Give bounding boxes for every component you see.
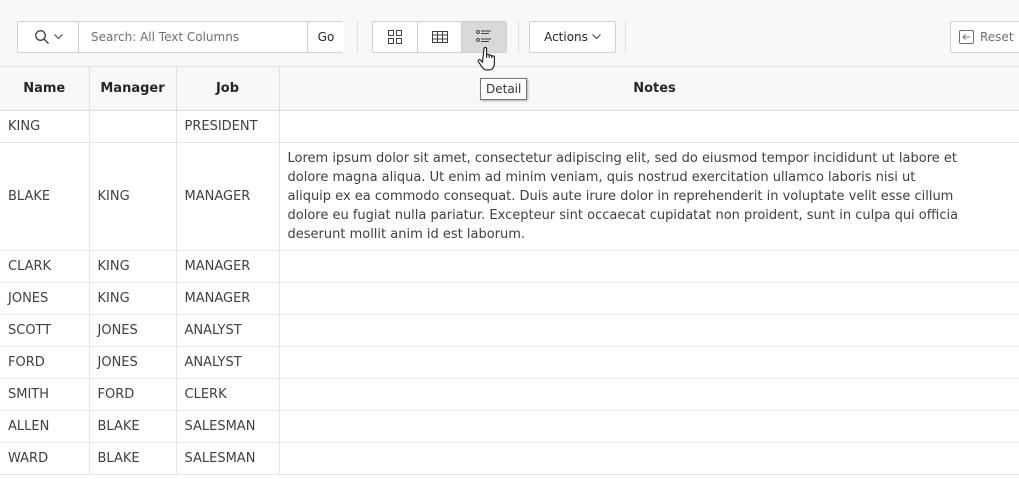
notes-line: aliquip ex ea commodo consequat. Duis au… [287,189,954,204]
cell-job: MANAGER [176,142,280,251]
cell-notes [279,346,1019,379]
cell-manager: JONES [89,314,177,347]
table-row: BLAKE KING MANAGER Lorem ipsum dolor sit… [0,142,1019,251]
table-row: WARD BLAKE SALESMAN [0,442,1019,475]
notes-line: Lorem ipsum dolor sit amet, consectetur … [287,151,957,166]
table-row: FORD JONES ANALYST [0,346,1019,379]
cell-notes [279,110,1019,143]
detail-tooltip: Detail [480,78,528,100]
cell-job: SALESMAN [176,410,280,443]
cell-manager: KING [89,250,177,283]
cell-notes [279,442,1019,475]
table-row: SCOTT JONES ANALYST [0,314,1019,347]
chevron-down-icon [592,34,601,40]
actions-menu-button[interactable]: Actions [529,21,616,53]
icon-view-button[interactable] [373,22,418,52]
cell-job: ANALYST [176,314,280,347]
table-row: KING PRESIDENT [0,110,1019,143]
cell-name: ALLEN [0,410,90,443]
toolbar-divider [625,21,626,53]
cell-notes: Lorem ipsum dolor sit amet, consectetur … [279,142,1019,251]
table-icon [431,31,448,43]
cell-job: SALESMAN [176,442,280,475]
table-row: JONES KING MANAGER [0,282,1019,315]
column-header-manager[interactable]: Manager [89,67,177,111]
cell-job: PRESIDENT [176,110,280,143]
cell-manager: BLAKE [89,410,177,443]
search-icon [34,29,50,45]
cell-job: MANAGER [176,250,280,283]
cell-notes [279,282,1019,315]
cell-notes [279,378,1019,411]
column-header-notes[interactable]: Notes [279,67,1019,111]
cell-manager [89,110,177,143]
cell-job: CLERK [176,378,280,411]
cell-job: MANAGER [176,282,280,315]
cell-name: JONES [0,282,90,315]
hand-pointer-cursor-icon [477,46,501,74]
table-row: ALLEN BLAKE SALESMAN [0,410,1019,443]
reset-label: Reset [980,30,1014,44]
column-header-name[interactable]: Name [0,67,90,111]
cell-name: KING [0,110,90,143]
toolbar-divider [357,21,358,53]
cell-job: ANALYST [176,346,280,379]
cell-name: SMITH [0,378,90,411]
table-row: SMITH FORD CLERK [0,378,1019,411]
detail-list-icon [476,29,492,45]
search-bar: Go [17,21,344,53]
cell-manager: KING [89,142,177,251]
notes-line: deserunt mollit anim id est laborum. [287,227,526,242]
cell-name: SCOTT [0,314,90,347]
search-input[interactable] [79,22,305,52]
cell-name: BLAKE [0,142,90,251]
cell-manager: BLAKE [89,442,177,475]
reset-button[interactable]: Reset [950,21,1019,53]
cell-name: CLARK [0,250,90,283]
chevron-down-icon [53,34,63,40]
cell-notes [279,314,1019,347]
actions-label: Actions [544,30,588,44]
reset-icon [959,30,974,44]
report-toolbar: Go Actions Reset [0,0,1019,67]
cell-manager: KING [89,282,177,315]
cell-notes [279,250,1019,283]
cell-name: WARD [0,442,90,475]
search-column-menu-button[interactable] [18,22,79,52]
table-row: CLARK KING MANAGER [0,250,1019,283]
notes-line: dolore magna aliqua. Ut enim ad minim ve… [287,170,916,185]
cell-manager: JONES [89,346,177,379]
notes-line: dolore eu fugiat nulla pariatur. Excepte… [287,208,959,223]
grid-icon [387,30,402,44]
go-button[interactable]: Go [307,22,344,52]
toolbar-divider [518,21,519,53]
table-body: KING PRESIDENT BLAKE KING MANAGER Lorem … [0,110,1019,475]
report-view-button[interactable] [418,22,463,52]
cell-manager: FORD [89,378,177,411]
cell-name: FORD [0,346,90,379]
cell-notes [279,410,1019,443]
report-table: Name Manager Job Notes KING PRESIDENT BL… [0,67,1019,475]
column-header-job[interactable]: Job [176,67,280,111]
